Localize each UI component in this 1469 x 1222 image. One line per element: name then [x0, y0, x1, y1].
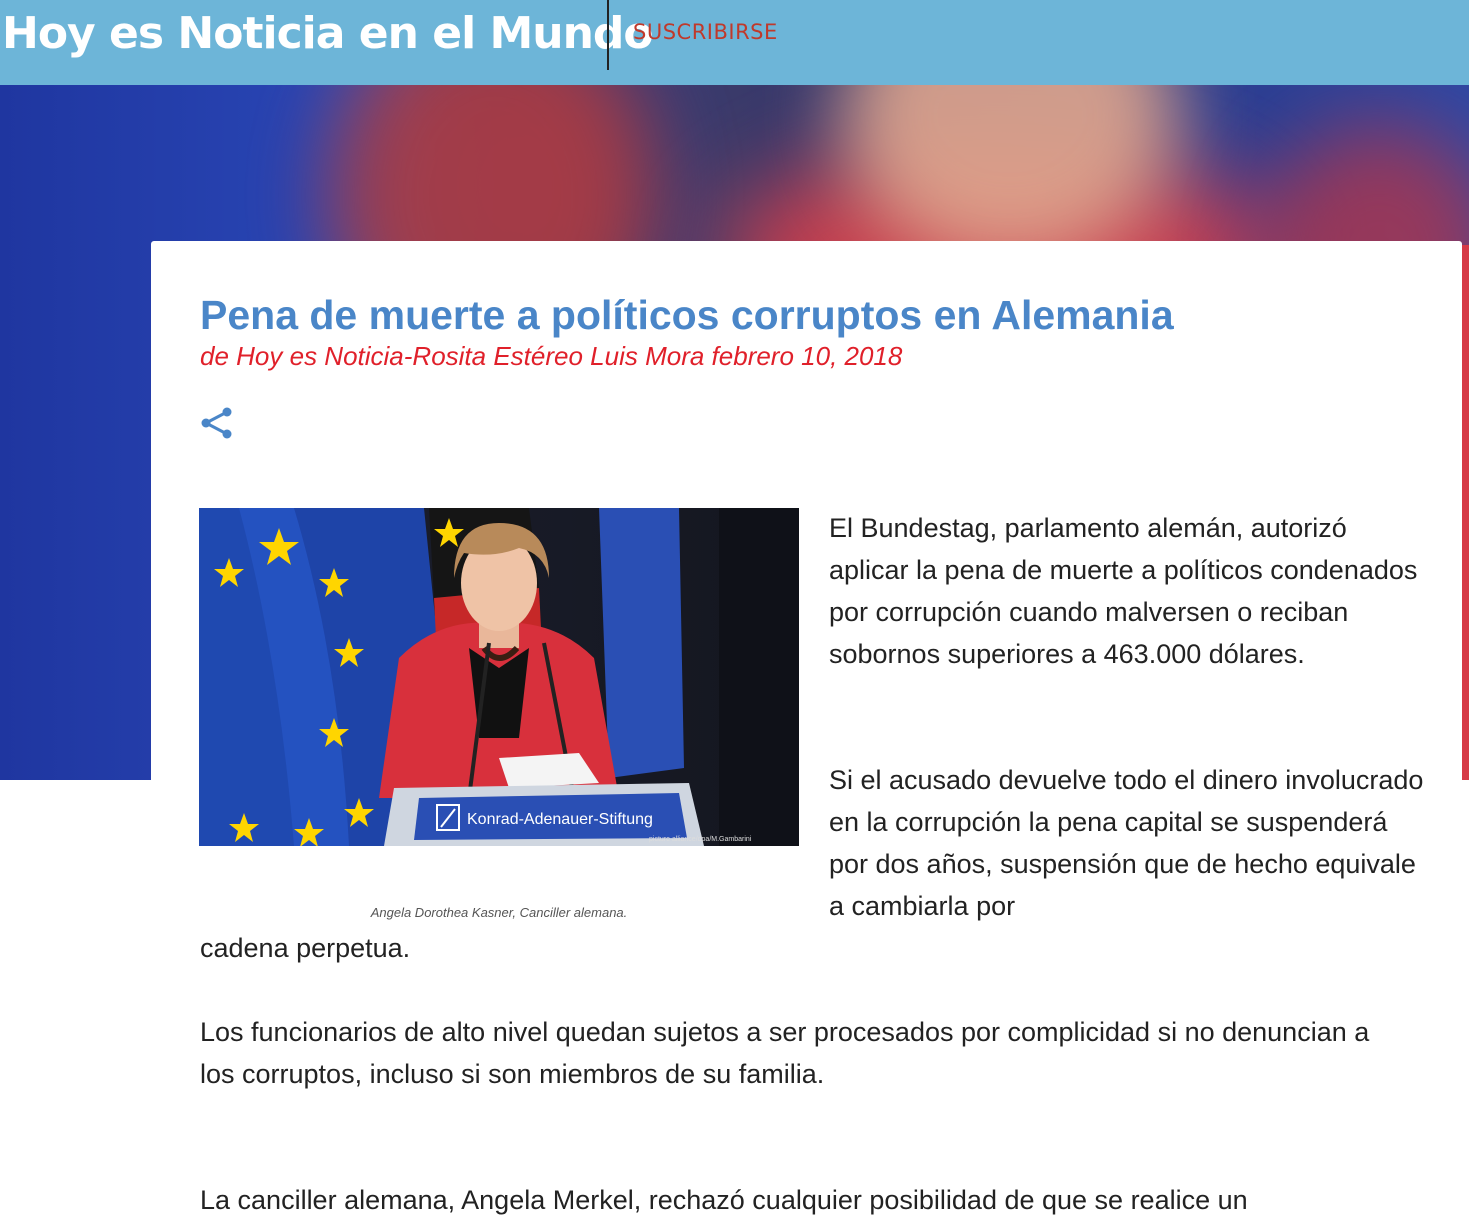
site-title-link[interactable]: Hoy es Noticia en el Mundo: [2, 6, 654, 62]
subscribe-button[interactable]: SUSCRIBIRSE: [633, 20, 778, 44]
photo-caption: Angela Dorothea Kasner, Canciller aleman…: [370, 905, 628, 920]
header-divider: [607, 0, 609, 70]
post-title[interactable]: Pena de muerte a políticos corruptos en …: [200, 289, 1174, 341]
site-header: Hoy es Noticia en el Mundo SUSCRIBIRSE: [0, 0, 1469, 85]
paragraph-4: La canciller alemana, Angela Merkel, rec…: [200, 1185, 1248, 1215]
article-photo[interactable]: Konrad-Adenauer-Stiftung picture allianc…: [199, 508, 799, 846]
paragraph-1: El Bundestag, parlamento alemán, autoriz…: [829, 513, 1418, 669]
post-byline[interactable]: de Hoy es Noticia-Rosita Estéreo Luis Mo…: [200, 341, 902, 372]
podium-text: Konrad-Adenauer-Stiftung: [467, 811, 653, 828]
share-icon[interactable]: [200, 406, 234, 440]
paragraph-2-continued: cadena perpetua.: [200, 933, 411, 963]
paragraph-2: Si el acusado devuelve todo el dinero in…: [829, 765, 1424, 921]
photo-credit: picture alliance/dpa/M.Gambarini: [649, 836, 752, 843]
post-card: Pena de muerte a políticos corruptos en …: [151, 241, 1462, 1222]
paragraph-3: Los funcionarios de alto nivel quedan su…: [200, 1017, 1370, 1089]
